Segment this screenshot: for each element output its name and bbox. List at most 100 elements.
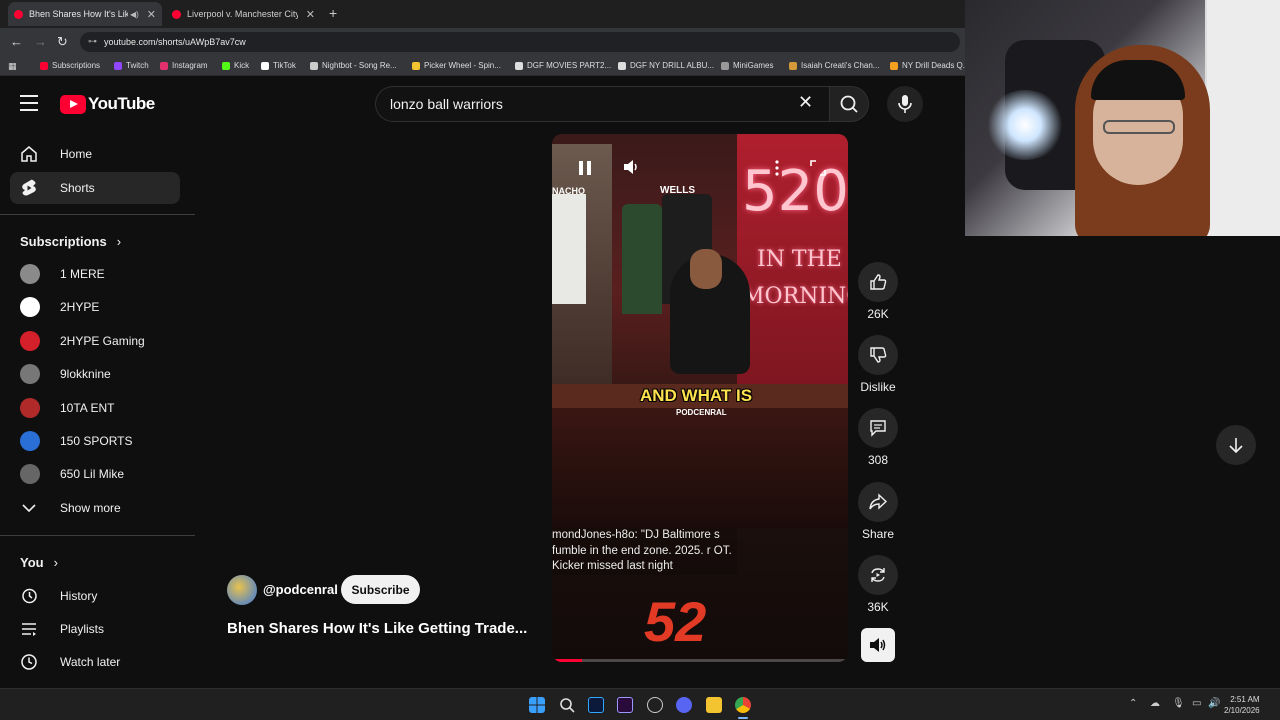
close-tab-icon[interactable]: ✕ bbox=[306, 8, 315, 21]
photoshop-icon[interactable] bbox=[588, 697, 604, 713]
bookmark-item[interactable]: Picker Wheel - Spin... bbox=[412, 61, 501, 70]
share-icon bbox=[869, 493, 888, 510]
sidebar-item-label: Playlists bbox=[60, 622, 105, 636]
bookmark-label: Isaiah Creati's Chan... bbox=[801, 61, 880, 70]
bookmark-item[interactable]: Nightbot - Song Re... bbox=[310, 61, 397, 70]
onedrive-icon[interactable]: ☁ bbox=[1150, 698, 1160, 709]
back-icon[interactable]: ← bbox=[10, 34, 23, 49]
bookmark-favicon-icon bbox=[114, 61, 122, 70]
like-count: 26K bbox=[867, 307, 889, 321]
bookmark-label: Nightbot - Song Re... bbox=[322, 61, 397, 70]
mute-button[interactable] bbox=[861, 628, 895, 662]
windows-start-icon[interactable] bbox=[529, 697, 545, 713]
reload-icon[interactable]: ↻ bbox=[57, 34, 68, 50]
search-input[interactable]: lonzo ball warriors bbox=[375, 86, 829, 122]
subscribe-button[interactable]: Subscribe bbox=[341, 575, 420, 604]
voice-search-button[interactable] bbox=[887, 86, 923, 122]
sidebar-subscription-item[interactable]: 2HYPE Gaming bbox=[10, 325, 180, 357]
bookmark-favicon-icon bbox=[160, 61, 168, 70]
sidebar-item-history[interactable]: History bbox=[10, 580, 180, 612]
remix-button[interactable]: 36K bbox=[858, 555, 898, 614]
chrome-icon[interactable] bbox=[735, 697, 751, 713]
volume-icon[interactable] bbox=[622, 158, 640, 176]
video-progress-bar[interactable] bbox=[552, 659, 848, 662]
comment-count: 308 bbox=[867, 453, 889, 467]
bookmark-item[interactable]: DGF MOVIES PART2... bbox=[515, 61, 611, 70]
shorts-video-player[interactable]: 520 IN THE MORNING NACHO WELLS AND WHAT … bbox=[552, 134, 848, 662]
youtube-logo[interactable]: YouTube bbox=[60, 94, 155, 114]
sidebar-item-watch-later[interactable]: Watch later bbox=[10, 646, 180, 678]
comment-icon bbox=[870, 420, 886, 437]
volume-tray-icon[interactable]: 🔊 bbox=[1208, 698, 1220, 709]
dislike-label: Dislike bbox=[860, 380, 896, 394]
bookmark-label: Twitch bbox=[126, 61, 149, 70]
sidebar-item-playlists[interactable]: Playlists bbox=[10, 613, 180, 645]
sidebar-subscription-item[interactable]: 2HYPE bbox=[10, 291, 180, 323]
search-button[interactable] bbox=[829, 86, 869, 122]
bookmark-label: NY Drill Deads Q... bbox=[902, 61, 970, 70]
subscription-label: 650 Lil Mike bbox=[60, 467, 125, 482]
new-tab-icon[interactable]: + bbox=[329, 5, 337, 21]
comments-button[interactable]: 308 bbox=[858, 408, 898, 467]
subscriptions-header[interactable]: Subscriptions › bbox=[20, 234, 121, 249]
address-bar[interactable]: ⊶ youtube.com/shorts/uAWpB7av7cw bbox=[80, 32, 960, 52]
system-clock[interactable]: 2:51 AM 2/10/2026 bbox=[1224, 694, 1260, 716]
bookmark-item[interactable]: Subscriptions bbox=[40, 61, 100, 70]
microphone-icon bbox=[898, 95, 912, 113]
like-button[interactable]: 26K bbox=[858, 262, 898, 321]
you-header[interactable]: You › bbox=[20, 555, 58, 570]
pause-icon[interactable] bbox=[578, 160, 592, 176]
thumbs-down-icon bbox=[870, 347, 887, 363]
bookmark-item[interactable]: DGF NY DRILL ALBU... bbox=[618, 61, 714, 70]
close-tab-icon[interactable]: ✕ bbox=[147, 8, 156, 21]
home-icon bbox=[21, 146, 37, 162]
apps-grid-icon[interactable]: ▦ bbox=[8, 61, 17, 72]
bookmark-label: TikTok bbox=[273, 61, 296, 70]
video-scene bbox=[622, 204, 662, 314]
taskbar-search-icon[interactable] bbox=[559, 697, 575, 713]
sidebar-subscription-item[interactable]: 650 Lil Mike bbox=[10, 458, 180, 490]
share-button[interactable]: Share bbox=[858, 482, 898, 541]
discord-icon[interactable] bbox=[676, 697, 692, 713]
next-short-button[interactable] bbox=[1216, 425, 1256, 465]
site-info-icon[interactable]: ⊶ bbox=[88, 36, 97, 47]
bookmark-item[interactable]: MiniGames bbox=[721, 61, 773, 70]
clear-search-icon[interactable]: ✕ bbox=[798, 92, 813, 113]
bookmark-item[interactable]: NY Drill Deads Q... bbox=[890, 61, 969, 70]
sidebar-subscription-item[interactable]: 150 SPORTS bbox=[10, 425, 180, 457]
short-title[interactable]: Bhen Shares How It's Like Getting Trade.… bbox=[227, 620, 547, 637]
sidebar-item-shorts[interactable]: Shorts bbox=[10, 172, 180, 204]
chevron-right-icon: › bbox=[53, 555, 58, 570]
channel-avatar[interactable] bbox=[227, 575, 257, 605]
bookmark-item[interactable]: Isaiah Creati's Chan... bbox=[789, 61, 879, 70]
sidebar-subscription-item[interactable]: 9lokknine bbox=[10, 358, 180, 390]
obs-icon[interactable] bbox=[647, 697, 663, 713]
browser-tab[interactable]: Liverpool v. Manchester City | P ✕ bbox=[166, 2, 321, 26]
sidebar-subscription-item[interactable]: 1 MERE bbox=[10, 258, 180, 290]
channel-avatar bbox=[20, 297, 40, 318]
menu-icon[interactable] bbox=[20, 95, 38, 111]
channel-avatar bbox=[20, 364, 40, 385]
bookmark-item[interactable]: TikTok bbox=[261, 61, 296, 70]
browser-tab-active[interactable]: Bhen Shares How It's Like G ◀) ✕ bbox=[8, 2, 162, 26]
network-icon[interactable]: ▭ bbox=[1192, 698, 1201, 709]
premiere-icon[interactable] bbox=[617, 697, 633, 713]
bookmark-item[interactable]: Kick bbox=[222, 61, 249, 70]
microphone-tray-icon[interactable]: 🎙 bbox=[1172, 698, 1185, 709]
show-more-button[interactable]: Show more bbox=[10, 492, 180, 524]
file-explorer-icon[interactable] bbox=[706, 697, 722, 713]
sidebar-item-home[interactable]: Home bbox=[10, 138, 180, 170]
show-hidden-icons-icon[interactable]: ⌃ bbox=[1129, 698, 1137, 709]
dislike-button[interactable]: Dislike bbox=[858, 335, 898, 394]
sidebar-subscription-item[interactable]: 10TA ENT bbox=[10, 392, 180, 424]
fullscreen-icon[interactable] bbox=[810, 160, 826, 176]
audio-playing-icon: ◀) bbox=[129, 9, 139, 19]
channel-handle[interactable]: @podcenral bbox=[263, 582, 338, 597]
forward-icon[interactable]: → bbox=[34, 34, 47, 49]
webcam-scene bbox=[985, 90, 1065, 160]
search-value: lonzo ball warriors bbox=[390, 96, 503, 112]
playlists-icon bbox=[22, 623, 36, 636]
bookmark-item[interactable]: Instagram bbox=[160, 61, 208, 70]
bookmark-item[interactable]: Twitch bbox=[114, 61, 149, 70]
more-options-icon[interactable] bbox=[774, 160, 780, 176]
